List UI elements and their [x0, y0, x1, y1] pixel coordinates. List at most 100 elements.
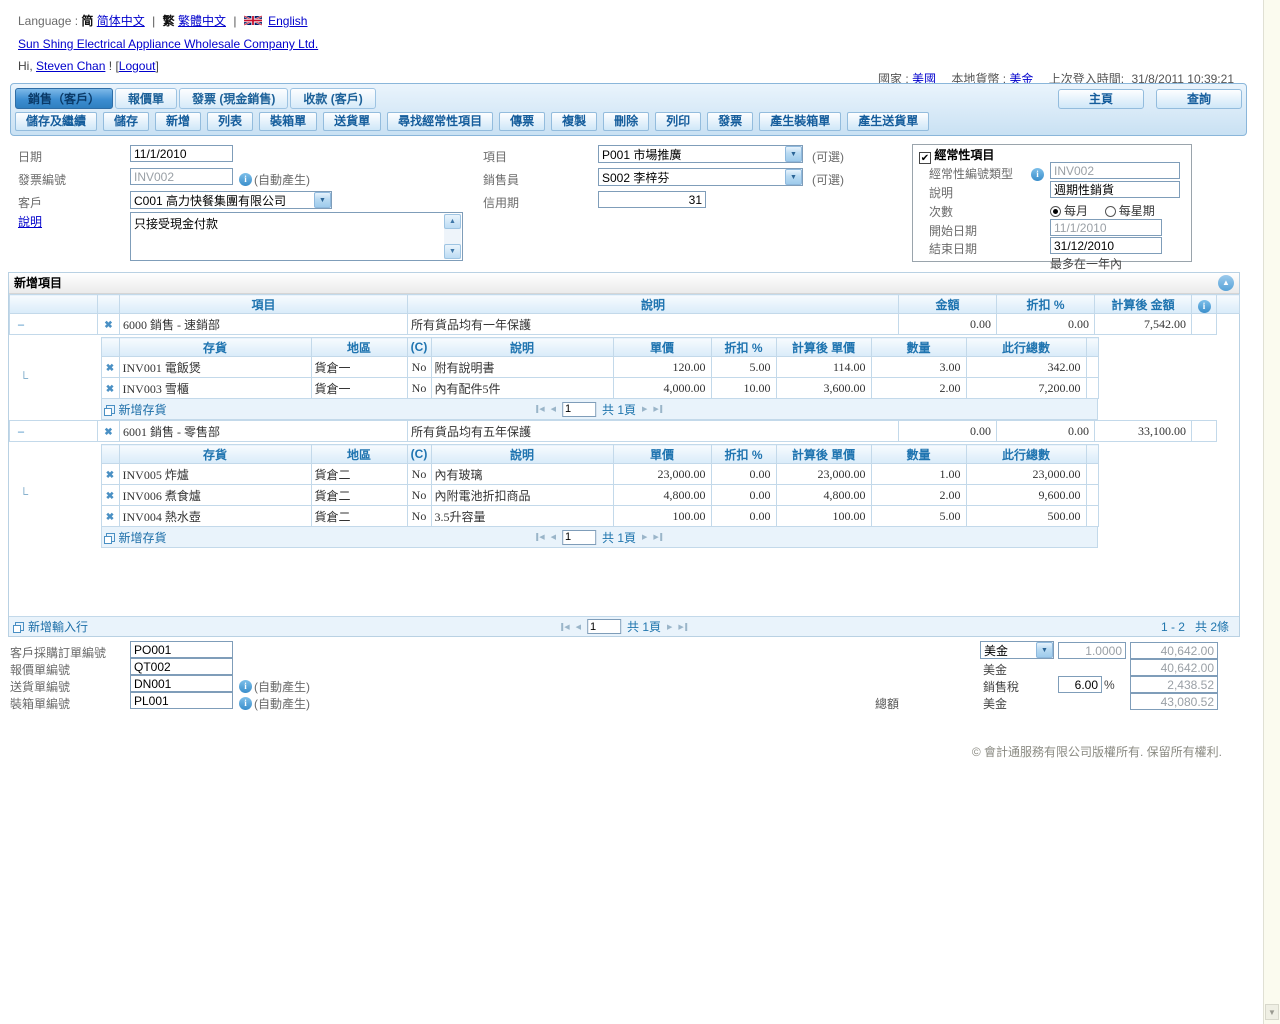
local-amount-input[interactable] [1130, 659, 1218, 676]
user-name-link[interactable]: Steven Chan [36, 59, 105, 73]
last-page-icon[interactable]: ▶ [678, 623, 686, 631]
po-number-input[interactable] [130, 641, 233, 658]
last-page-icon[interactable]: ▶ [653, 533, 661, 541]
tab-sales-customer[interactable]: 銷售（客戶） [15, 88, 113, 109]
region-cell: 貨倉一 [311, 357, 407, 378]
project-select[interactable]: P001 市場推廣 ▼ [598, 145, 803, 163]
add-inventory-link[interactable]: 新增存貨 [106, 529, 167, 546]
generate-delivery-note-button[interactable]: 產生送貨單 [847, 112, 929, 131]
info-icon[interactable]: i [1192, 295, 1217, 314]
credit-period-input[interactable] [598, 191, 706, 208]
textarea-scrollbar[interactable]: ▲ ▼ [444, 214, 461, 259]
invoice-no-input[interactable] [130, 168, 233, 185]
next-page-icon[interactable]: ▶ [667, 623, 672, 631]
print-button[interactable]: 列印 [655, 112, 701, 131]
logout-link[interactable]: Logout [119, 59, 156, 73]
end-date-input[interactable] [1050, 237, 1162, 254]
delete-row-icon[interactable]: ✖ [106, 470, 114, 481]
info-icon[interactable]: i [239, 693, 252, 710]
language-link-simplified[interactable]: 简体中文 [97, 14, 145, 28]
info-icon[interactable]: i [239, 676, 252, 693]
save-button[interactable]: 儲存 [103, 112, 149, 131]
save-and-continue-button[interactable]: 儲存及繼續 [15, 112, 97, 131]
voucher-button[interactable]: 傳票 [499, 112, 545, 131]
total-amount-input[interactable] [1130, 693, 1218, 710]
first-page-icon[interactable]: ◀ [561, 623, 569, 631]
project-label: 項目 [483, 148, 507, 165]
delete-button[interactable]: 刪除 [603, 112, 649, 131]
recurring-desc-input[interactable] [1050, 181, 1180, 198]
new-button[interactable]: 新增 [155, 112, 201, 131]
delete-row-icon[interactable]: ✖ [106, 512, 114, 523]
prev-page-icon[interactable]: ◀ [551, 405, 556, 413]
chevron-down-icon[interactable]: ▼ [785, 169, 802, 185]
recurring-type-input[interactable] [1050, 162, 1180, 179]
delivery-note-number-input[interactable] [130, 675, 233, 692]
add-inventory-link[interactable]: 新增存貨 [106, 401, 167, 418]
page-input[interactable] [562, 530, 596, 545]
tab-quotation[interactable]: 報價單 [115, 88, 177, 109]
delete-group-icon[interactable]: ✖ [104, 320, 112, 331]
first-page-icon[interactable]: ◀ [536, 405, 544, 413]
delete-row-icon[interactable]: ✖ [106, 491, 114, 502]
language-link-english[interactable]: English [268, 14, 307, 28]
collapse-panel-icon[interactable]: ▲ [1218, 275, 1234, 291]
find-recurring-button[interactable]: 尋找經常性項目 [387, 112, 493, 131]
info-icon[interactable]: i [239, 169, 252, 186]
delete-group-icon[interactable]: ✖ [104, 427, 112, 438]
currency-select[interactable]: 美金 ▼ [980, 641, 1054, 659]
start-date-input[interactable] [1050, 219, 1162, 236]
prev-page-icon[interactable]: ◀ [551, 533, 556, 541]
monthly-radio[interactable] [1050, 206, 1061, 217]
invoice-button[interactable]: 發票 [707, 112, 753, 131]
generate-packing-list-button[interactable]: 產生裝箱單 [759, 112, 841, 131]
description-textarea[interactable]: 只接受現金付款 ▲ ▼ [130, 212, 463, 261]
list-button[interactable]: 列表 [207, 112, 253, 131]
exchange-rate-input[interactable] [1058, 642, 1126, 659]
last-page-icon[interactable]: ▶ [653, 405, 661, 413]
quotation-number-input[interactable] [130, 658, 233, 675]
col-inventory: 存貨 [119, 445, 311, 464]
collapse-group-icon[interactable]: – [13, 317, 24, 331]
first-page-icon[interactable]: ◀ [536, 533, 544, 541]
tax-rate-input[interactable] [1058, 676, 1102, 693]
company-link[interactable]: Sun Shing Electrical Appliance Wholesale… [18, 37, 318, 51]
language-link-traditional[interactable]: 繁體中文 [178, 14, 226, 28]
copy-button[interactable]: 複製 [551, 112, 597, 131]
c-cell: No [407, 378, 431, 399]
page-input[interactable] [562, 402, 596, 417]
next-page-icon[interactable]: ▶ [642, 533, 647, 541]
next-page-icon[interactable]: ▶ [642, 405, 647, 413]
tab-receipt[interactable]: 收款 (客戶) [290, 88, 375, 109]
delivery-note-button[interactable]: 送貨單 [323, 112, 381, 131]
delete-row-icon[interactable]: ✖ [106, 384, 114, 395]
page-input[interactable] [587, 619, 621, 634]
packing-list-number-label: 裝箱單編號 [10, 695, 70, 712]
scroll-up-icon[interactable]: ▲ [444, 214, 461, 229]
amount-input[interactable] [1130, 642, 1218, 659]
description-label-link[interactable]: 說明 [18, 215, 42, 229]
customer-select[interactable]: C001 高力快餐集團有限公司 ▼ [130, 191, 332, 209]
tax-amount-input[interactable] [1130, 676, 1218, 693]
salesman-select[interactable]: S002 李梓芬 ▼ [598, 168, 803, 186]
date-input[interactable] [130, 145, 233, 162]
chevron-down-icon[interactable]: ▼ [1036, 642, 1053, 658]
vertical-scrollbar[interactable]: ▼ [1263, 0, 1280, 1024]
delete-row-icon[interactable]: ✖ [106, 363, 114, 374]
prev-page-icon[interactable]: ◀ [576, 623, 581, 631]
home-button[interactable]: 主頁 [1058, 89, 1144, 109]
recurring-checkbox[interactable]: ✔ [919, 152, 931, 164]
chevron-down-icon[interactable]: ▼ [785, 146, 802, 162]
query-button[interactable]: 查詢 [1156, 89, 1242, 109]
packing-list-button[interactable]: 裝箱單 [259, 112, 317, 131]
add-entry-row-link[interactable]: 新增輸入行 [15, 618, 88, 635]
weekly-radio[interactable] [1105, 206, 1116, 217]
scroll-down-icon[interactable]: ▼ [1265, 1004, 1279, 1020]
panel-title-bar: 新增項目 ▲ [9, 273, 1239, 294]
packing-list-number-input[interactable] [130, 692, 233, 709]
tab-cash-invoice[interactable]: 發票 (現金銷售) [179, 88, 288, 109]
scroll-down-icon[interactable]: ▼ [444, 244, 461, 259]
collapse-group-icon[interactable]: – [13, 424, 24, 438]
chevron-down-icon[interactable]: ▼ [314, 192, 331, 208]
info-icon[interactable]: i [1031, 164, 1044, 181]
